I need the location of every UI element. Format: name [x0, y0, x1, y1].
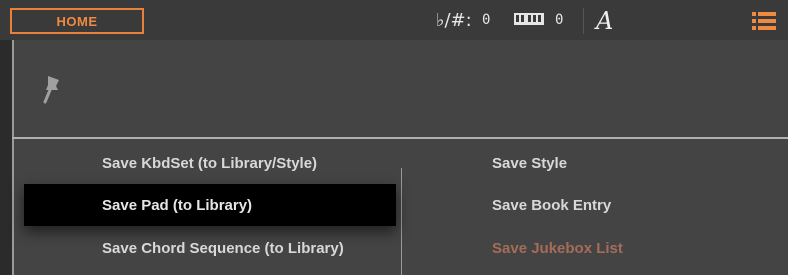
menu-item-save-kbdset[interactable]: Save KbdSet (to Library/Style) [102, 143, 317, 183]
column-divider [401, 168, 402, 275]
page-panel [12, 40, 788, 137]
home-tab[interactable]: HOME [10, 8, 144, 34]
keyboard-value: 0 [555, 12, 564, 28]
header-divider [583, 8, 584, 34]
chord-recognition-icon: A [596, 7, 614, 35]
pin-icon[interactable] [42, 74, 62, 104]
keyboard-icon [514, 0, 544, 40]
transpose-value: 0 [482, 12, 491, 28]
menu-item-save-style[interactable]: Save Style [492, 143, 567, 183]
menu-item-save-jukebox-list: Save Jukebox List [492, 239, 623, 257]
menu-item-save-chord-sequence[interactable]: Save Chord Sequence (to Library) [102, 228, 344, 268]
flat-sharp-icon: ♭/#: [436, 9, 472, 31]
menu-item-save-pad[interactable]: Save Pad (to Library) [102, 185, 252, 225]
list-menu-icon[interactable] [752, 12, 776, 30]
menu-item-save-book-entry[interactable]: Save Book Entry [492, 185, 611, 225]
top-bar: HOME ♭/#: 0 0 A [0, 0, 788, 40]
